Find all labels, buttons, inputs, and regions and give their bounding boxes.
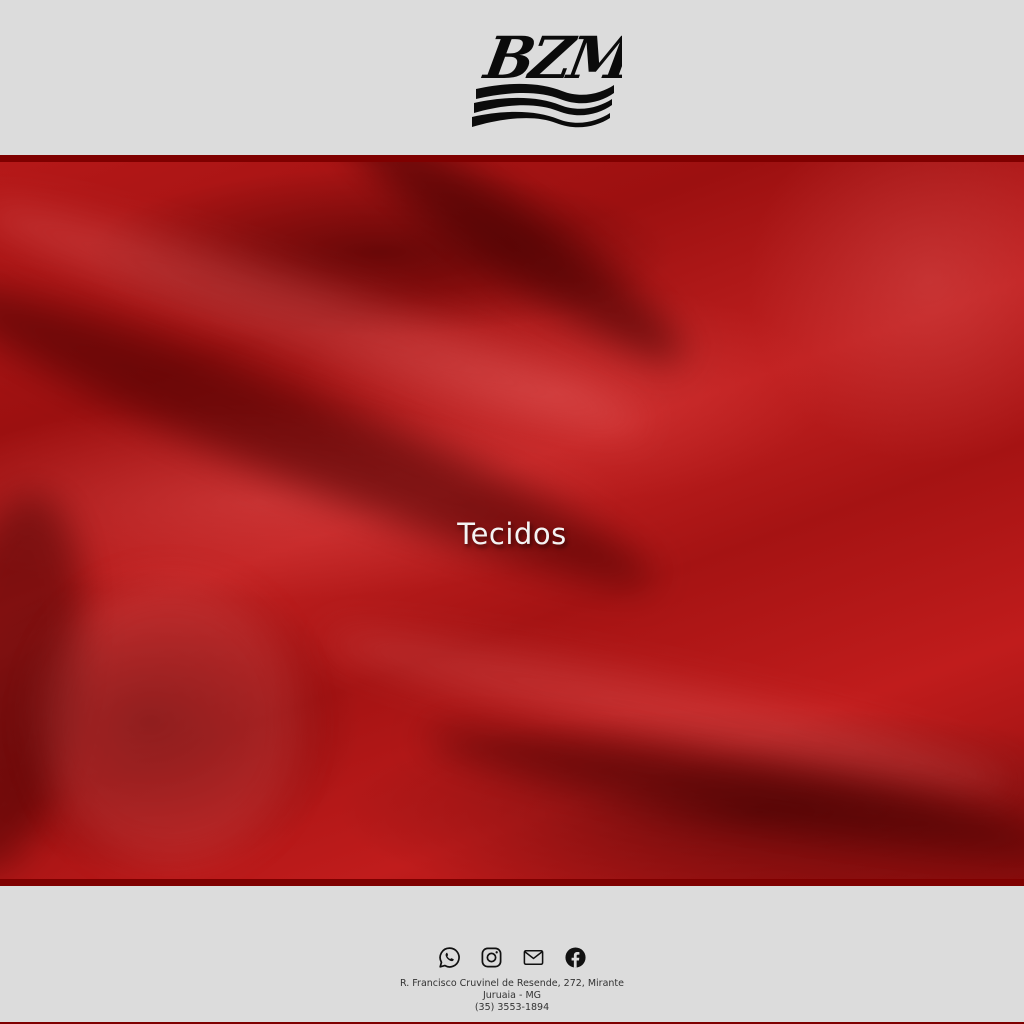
- email-link[interactable]: [522, 946, 545, 969]
- facebook-icon: [564, 947, 586, 968]
- address-line: R. Francisco Cruvinel de Resende, 272, M…: [399, 978, 624, 989]
- header: BZM: [0, 0, 1024, 155]
- svg-text:BZM: BZM: [478, 23, 622, 91]
- instagram-icon: [481, 947, 501, 968]
- contact-info: R. Francisco Cruvinel de Resende, 272, M…: [0, 978, 1024, 1014]
- phone-number[interactable]: (35) 3553-1894: [0, 1002, 1024, 1014]
- bzm-logo[interactable]: BZM: [462, 23, 622, 133]
- whatsapp-icon: [438, 947, 460, 968]
- fabric-background: Tecidos: [0, 162, 1024, 879]
- facebook-link[interactable]: [564, 946, 587, 969]
- social-links: [0, 946, 1024, 969]
- hero-title: Tecidos: [457, 517, 567, 551]
- instagram-link[interactable]: [480, 946, 503, 969]
- footer: R. Francisco Cruvinel de Resende, 272, M…: [0, 886, 1024, 1024]
- hero-banner: Tecidos: [0, 155, 1024, 886]
- mail-icon: [523, 950, 543, 965]
- whatsapp-link[interactable]: [438, 946, 461, 969]
- city-line: Juruaia - MG: [482, 990, 542, 1001]
- page: BZM Tecidos R. Francisco Cruvinel de Res…: [0, 0, 1024, 1024]
